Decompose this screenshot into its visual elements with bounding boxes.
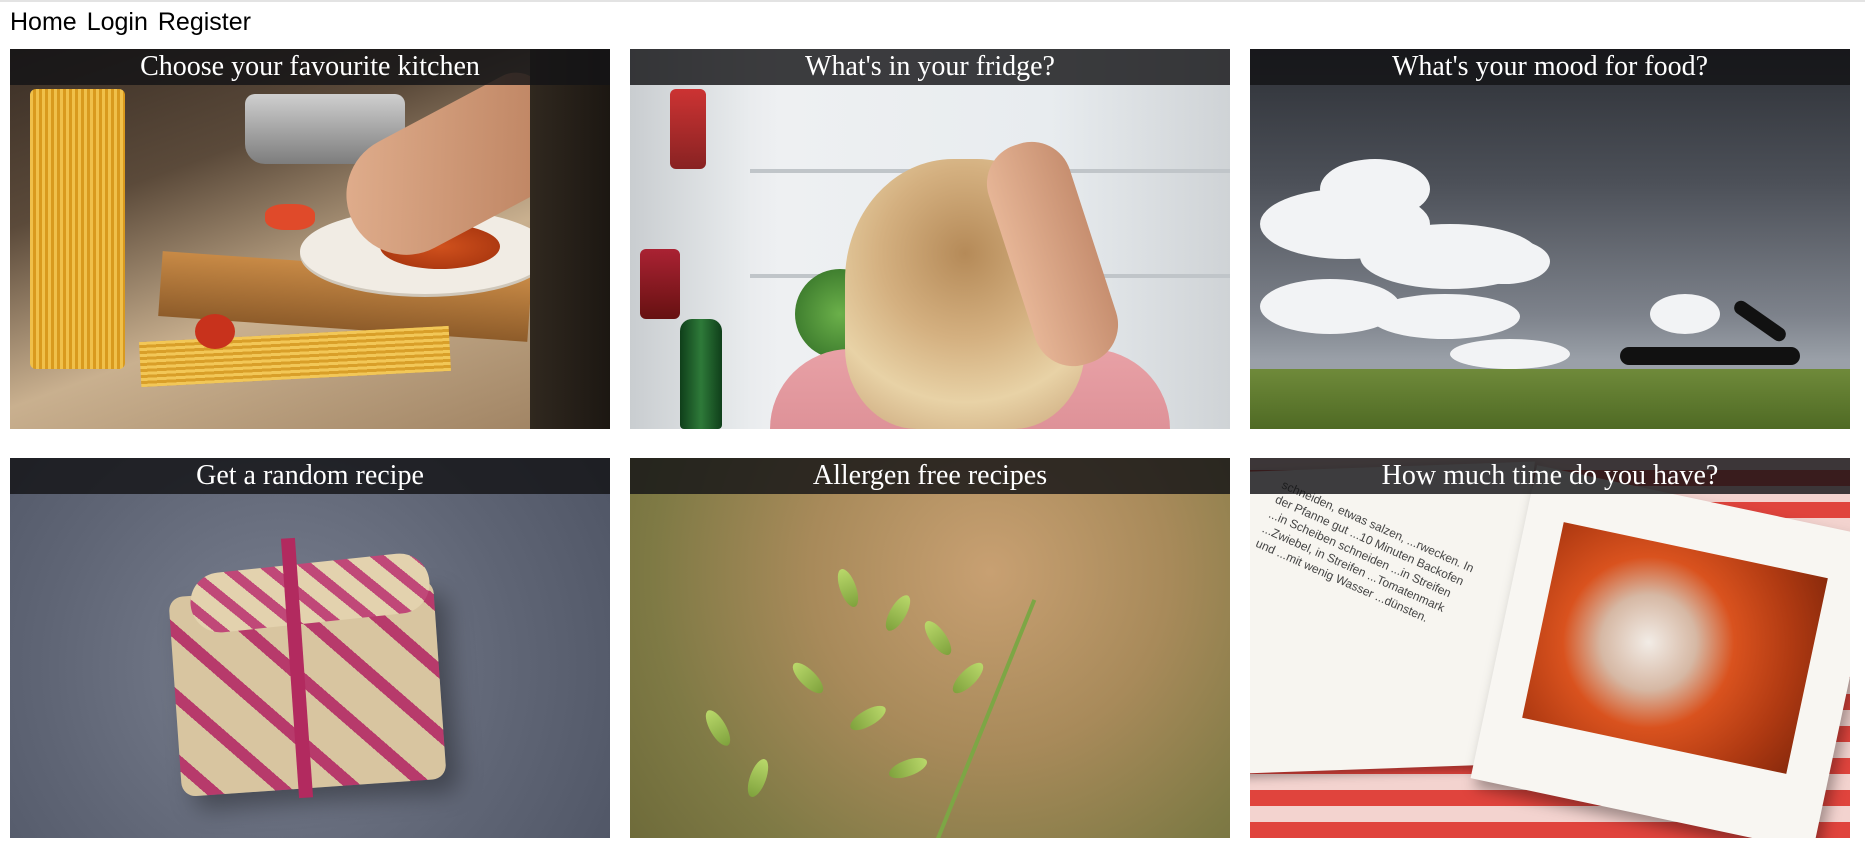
card-allergen-free[interactable]: Allergen free recipes xyxy=(630,458,1230,838)
plant-image xyxy=(630,458,1230,838)
card-favourite-kitchen[interactable]: Choose your favourite kitchen xyxy=(10,49,610,429)
card-fridge[interactable]: What's in your fridge? xyxy=(630,49,1230,429)
card-title: What's in your fridge? xyxy=(630,49,1230,85)
card-title: What's your mood for food? xyxy=(1250,49,1850,85)
kitchen-image xyxy=(10,49,610,429)
nav-home-link[interactable]: Home xyxy=(10,6,77,38)
card-mood-for-food[interactable]: What's your mood for food? xyxy=(1250,49,1850,429)
sky-image xyxy=(1250,49,1850,429)
category-grid: Choose your favourite kitchen What's in … xyxy=(10,49,1851,838)
card-title: Choose your favourite kitchen xyxy=(10,49,610,85)
card-random-recipe[interactable]: Get a random recipe xyxy=(10,458,610,838)
gift-image xyxy=(10,458,610,838)
nav-login-link[interactable]: Login xyxy=(87,6,148,38)
card-title: Get a random recipe xyxy=(10,458,610,494)
fridge-image xyxy=(630,49,1230,429)
nav-register-link[interactable]: Register xyxy=(158,6,251,38)
top-divider xyxy=(0,0,1865,2)
card-title: Allergen free recipes xyxy=(630,458,1230,494)
recipe-book-image: schneiden, etwas salzen, ...rwecken. In … xyxy=(1250,458,1850,838)
card-title: How much time do you have? xyxy=(1250,458,1850,494)
main-nav: Home Login Register xyxy=(10,6,261,38)
card-time-available[interactable]: schneiden, etwas salzen, ...rwecken. In … xyxy=(1250,458,1850,838)
